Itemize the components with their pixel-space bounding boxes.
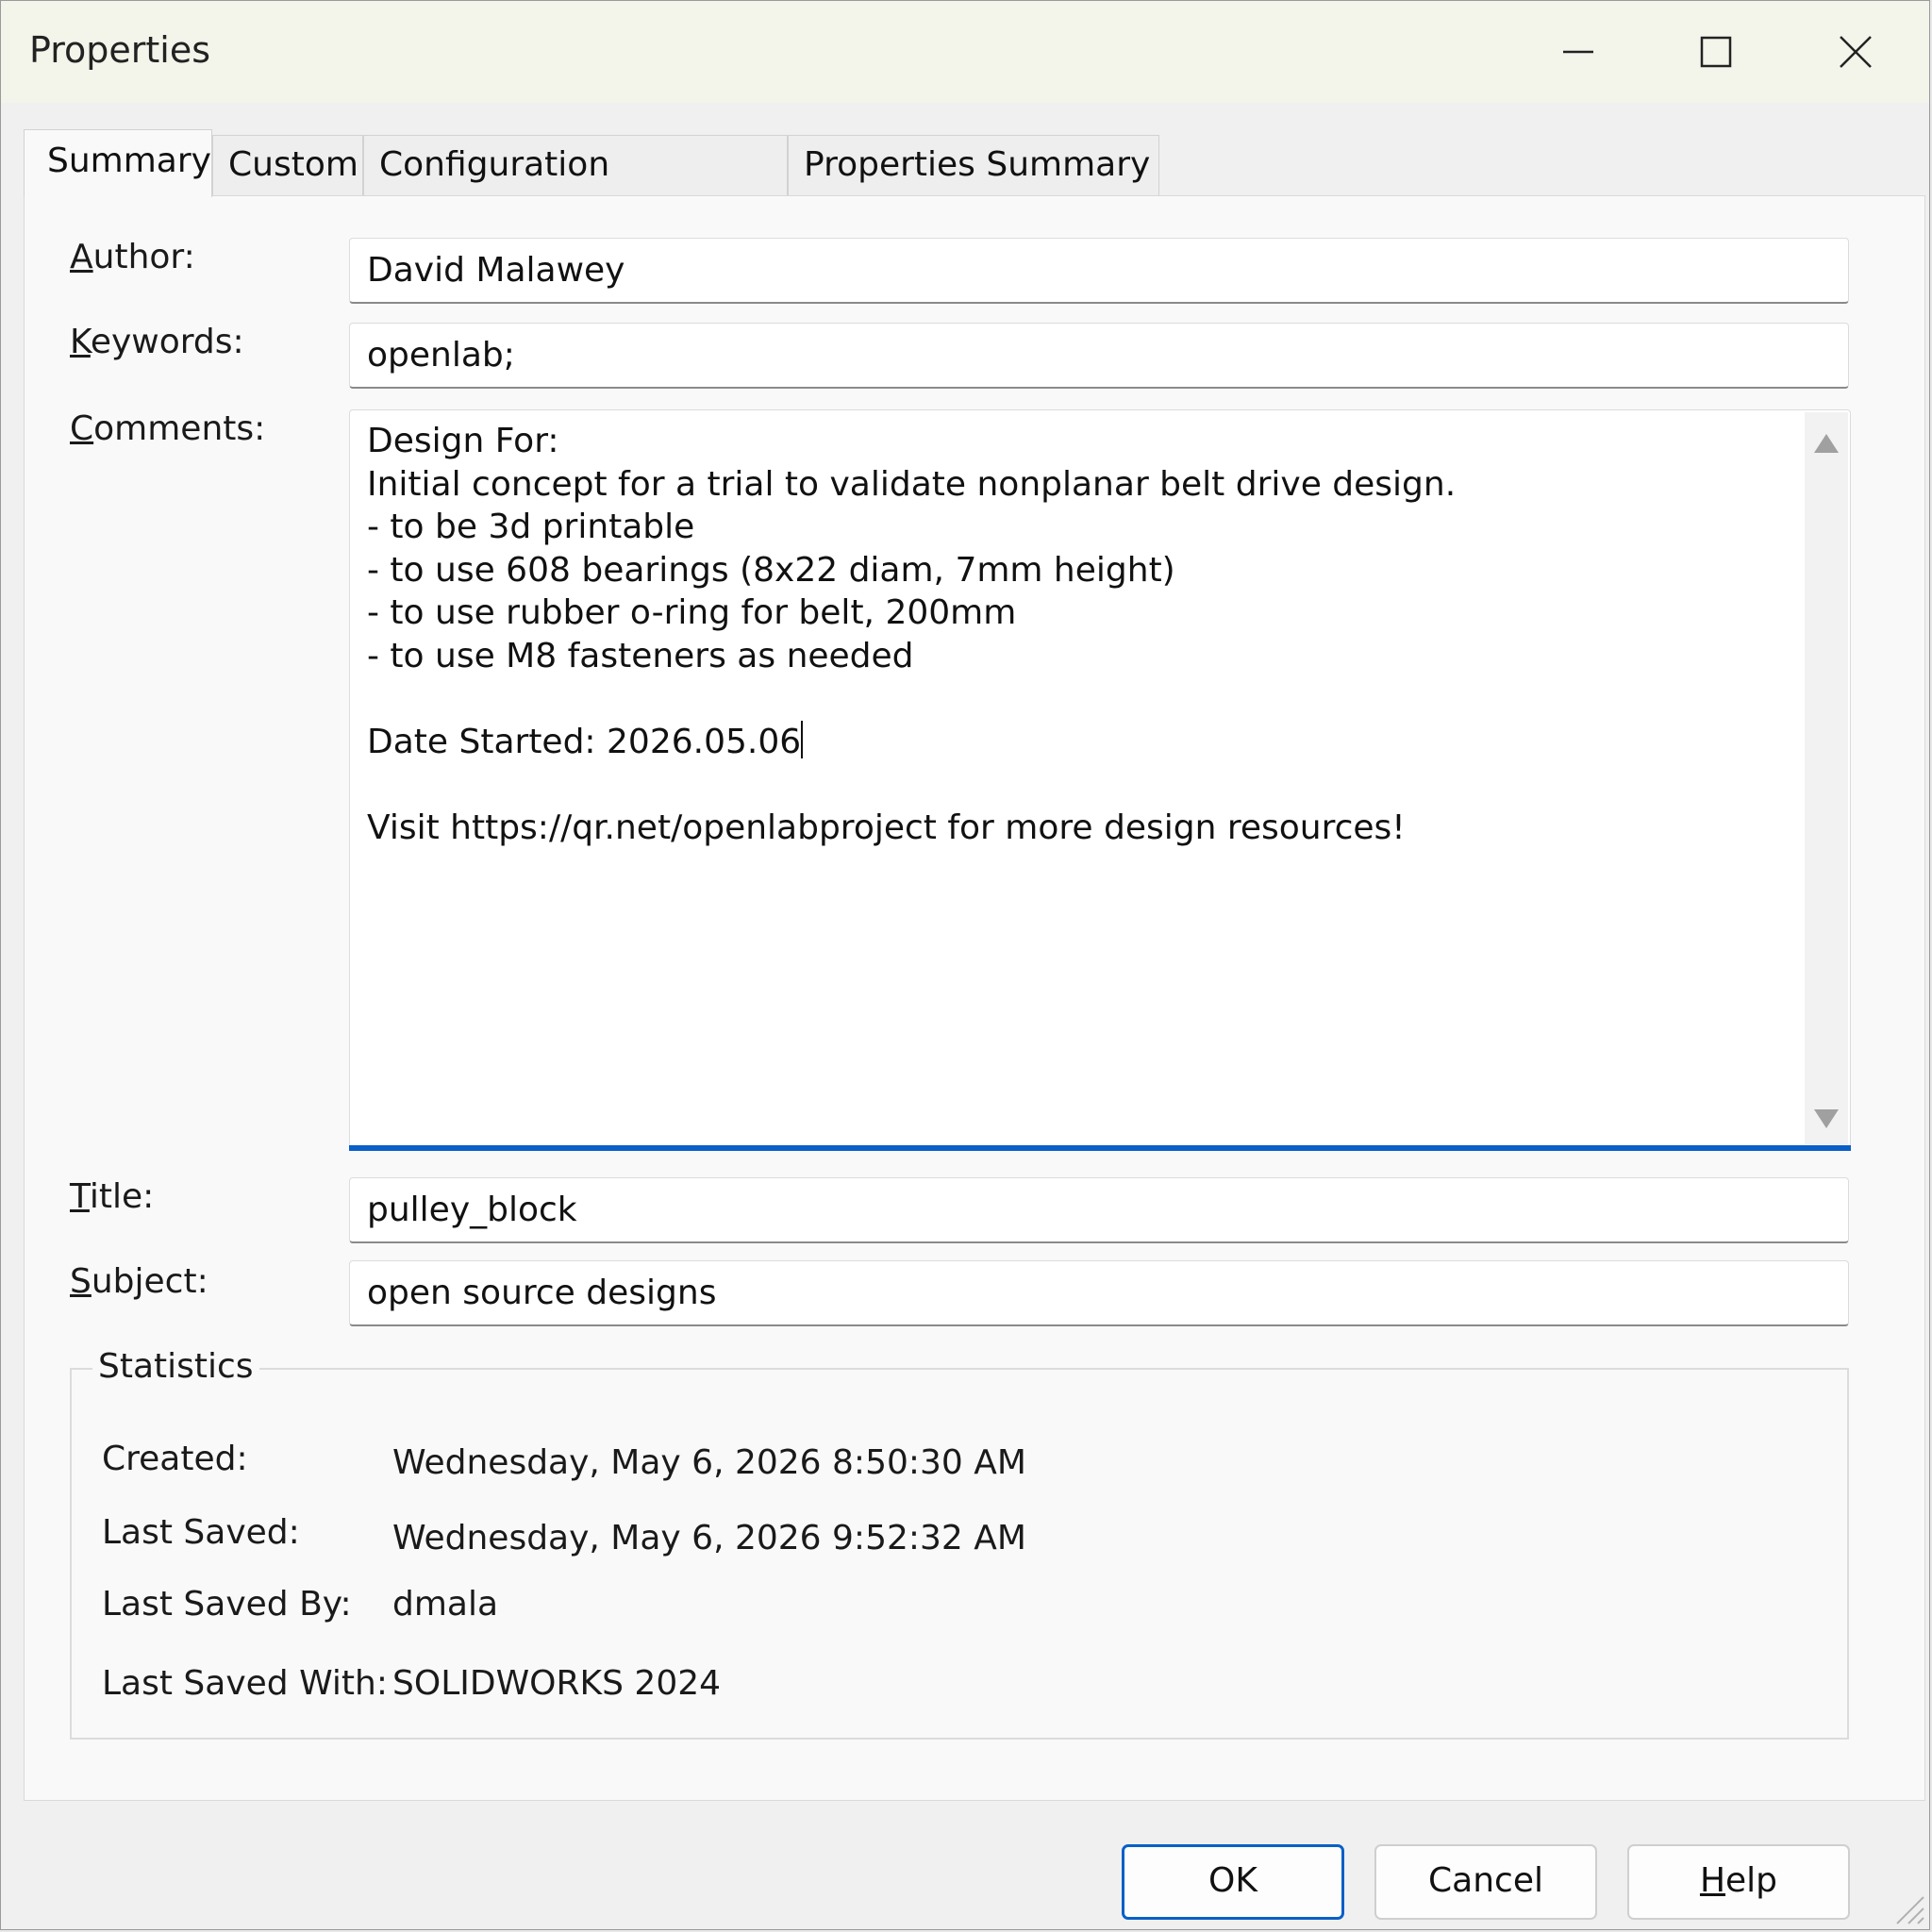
title-bar[interactable]: Properties <box>1 1 1929 103</box>
minimize-button[interactable] <box>1512 1 1644 103</box>
statistics-legend: Statistics <box>92 1347 259 1386</box>
text-caret <box>801 720 804 758</box>
triangle-up-icon <box>1814 434 1839 453</box>
tab-properties-summary[interactable]: Properties Summary <box>788 135 1159 195</box>
statistics-group: Statistics Created: Wednesday, May 6, 20… <box>70 1347 1849 1740</box>
last-saved-value: Wednesday, May 6, 2026 9:52:32 AM <box>392 1519 1026 1557</box>
last-saved-by-label: Last Saved By: <box>102 1585 352 1624</box>
subject-label: Subject: <box>70 1262 208 1301</box>
subject-field[interactable]: open source designs <box>349 1260 1849 1326</box>
tab-summary[interactable]: Summary <box>24 129 212 197</box>
comments-label: Comments: <box>70 409 266 448</box>
author-label: Author: <box>70 238 195 276</box>
properties-dialog: Properties Summary Custom Configuration … <box>0 0 1930 1930</box>
triangle-down-icon <box>1814 1109 1839 1128</box>
tab-configuration-properties[interactable]: Configuration Properties <box>363 135 788 242</box>
maximize-icon <box>1700 36 1732 68</box>
created-label: Created: <box>102 1440 248 1478</box>
keywords-field[interactable]: openlab; <box>349 323 1849 389</box>
ok-button[interactable]: OK <box>1122 1844 1344 1920</box>
summary-panel: Author: David Malawey Keywords: openlab;… <box>24 195 1925 1801</box>
comments-scrollbar[interactable] <box>1805 412 1848 1144</box>
maximize-button[interactable] <box>1650 1 1782 103</box>
created-value: Wednesday, May 6, 2026 8:50:30 AM <box>392 1443 1026 1482</box>
last-saved-label: Last Saved: <box>102 1513 300 1552</box>
comments-text[interactable]: Design For: Initial concept for a trial … <box>367 420 1782 849</box>
last-saved-by-value: dmala <box>392 1585 499 1624</box>
resize-grip-icon[interactable] <box>1884 1884 1925 1925</box>
cancel-button[interactable]: Cancel <box>1374 1844 1597 1920</box>
scroll-up-button[interactable] <box>1805 422 1848 465</box>
minimize-icon <box>1563 50 1593 54</box>
close-button[interactable] <box>1790 1 1922 103</box>
last-saved-with-value: SOLIDWORKS 2024 <box>392 1664 722 1703</box>
title-label: Title: <box>70 1177 155 1216</box>
focus-underline <box>349 1145 1851 1151</box>
help-button[interactable]: Help <box>1627 1844 1850 1920</box>
keywords-label: Keywords: <box>70 323 244 361</box>
title-field[interactable]: pulley_block <box>349 1177 1849 1243</box>
window-title: Properties <box>29 29 211 71</box>
author-field[interactable]: David Malawey <box>349 238 1849 304</box>
scroll-down-button[interactable] <box>1805 1097 1848 1141</box>
comments-textarea[interactable]: Design For: Initial concept for a trial … <box>349 409 1851 1151</box>
close-icon <box>1840 36 1872 68</box>
last-saved-with-label: Last Saved With: <box>102 1664 388 1703</box>
tab-custom[interactable]: Custom <box>212 135 363 195</box>
